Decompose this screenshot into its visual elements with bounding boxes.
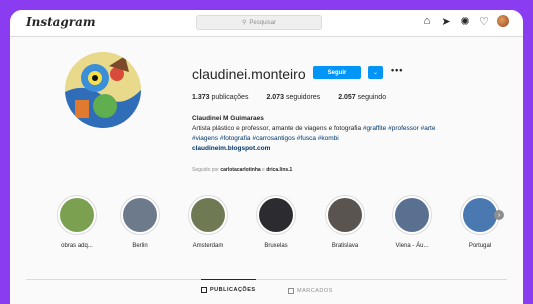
highlight-label: Viena - Áu... bbox=[395, 243, 429, 249]
direct-icon[interactable]: ➤ bbox=[440, 15, 452, 28]
instagram-logo[interactable]: Instagram bbox=[26, 15, 96, 29]
followed-by: Seguido por carlotacarlotinha e drica.li… bbox=[192, 167, 293, 173]
grid-icon bbox=[201, 287, 207, 293]
tab-tagged[interactable]: MARCADOS bbox=[288, 281, 333, 301]
highlight-ring bbox=[188, 195, 228, 235]
highlight-cover bbox=[123, 198, 157, 232]
more-options-icon[interactable]: ••• bbox=[391, 65, 403, 75]
highlight-ring bbox=[325, 195, 365, 235]
highlight-label: Portugal bbox=[468, 243, 492, 249]
following-stat[interactable]: 2.057 seguindo bbox=[338, 94, 386, 101]
highlight-label: Berlin bbox=[132, 243, 148, 249]
highlight-cover bbox=[395, 198, 429, 232]
search-icon: ⚲ bbox=[241, 20, 247, 26]
highlight-4[interactable]: Bratislava bbox=[314, 195, 376, 249]
highlight-cover bbox=[463, 198, 497, 232]
search-placeholder: Pesquisar bbox=[249, 19, 277, 26]
tagged-icon bbox=[288, 288, 294, 294]
search-input[interactable]: ⚲ Pesquisar bbox=[196, 15, 322, 30]
highlight-ring bbox=[57, 195, 97, 235]
nav-icons: ⌂ ➤ ✺ ♡ bbox=[421, 15, 509, 28]
highlight-ring bbox=[256, 195, 296, 235]
highlight-label: Bratislava bbox=[331, 243, 359, 249]
highlight-cover bbox=[60, 198, 94, 232]
posts-stat: 1.373 publicações bbox=[192, 94, 249, 101]
followed-by-user-2[interactable]: drica.lins.1 bbox=[266, 167, 292, 173]
tab-posts[interactable]: PUBLICAÇÕES bbox=[201, 279, 256, 300]
highlight-label: Amsterdam bbox=[192, 243, 224, 249]
bio-hashtags[interactable]: #graffite #professor #arte bbox=[363, 125, 436, 132]
tabs-divider bbox=[26, 279, 507, 280]
website-link[interactable]: claudineim.blogspot.com bbox=[192, 144, 512, 154]
home-icon[interactable]: ⌂ bbox=[421, 15, 433, 27]
profile-username: claudinei.monteiro bbox=[192, 66, 306, 82]
suggestions-dropdown-button[interactable]: ⌄ bbox=[368, 66, 383, 79]
highlight-cover bbox=[259, 198, 293, 232]
full-name: Claudinei M Guimaraes bbox=[192, 115, 264, 122]
followers-stat[interactable]: 2.073 seguidores bbox=[266, 94, 320, 101]
top-navigation-bar: Instagram ⚲ Pesquisar ⌂ ➤ ✺ ♡ bbox=[10, 10, 523, 37]
highlight-3[interactable]: Bruxelas bbox=[245, 195, 307, 249]
highlight-6[interactable]: Portugal bbox=[449, 195, 511, 249]
highlight-ring bbox=[120, 195, 160, 235]
bio-hashtags-2[interactable]: #viagens #fotografia #carrosantigos #fus… bbox=[192, 134, 512, 144]
highlight-2[interactable]: Amsterdam bbox=[177, 195, 239, 249]
browser-window: Instagram ⚲ Pesquisar ⌂ ➤ ✺ ♡ claudinei.… bbox=[10, 10, 523, 304]
profile-picture[interactable] bbox=[65, 52, 141, 128]
highlight-ring bbox=[392, 195, 432, 235]
explore-icon[interactable]: ✺ bbox=[459, 15, 471, 28]
profile-bio: Claudinei M Guimaraes Artista plástico e… bbox=[192, 114, 512, 154]
highlight-label: Bruxelas bbox=[264, 243, 288, 249]
highlight-0[interactable]: obras adq... bbox=[46, 195, 108, 249]
profile-avatar[interactable] bbox=[497, 15, 509, 27]
chevron-right-icon[interactable]: › bbox=[494, 210, 504, 220]
highlight-cover bbox=[328, 198, 362, 232]
highlight-cover bbox=[191, 198, 225, 232]
highlight-label: obras adq... bbox=[61, 243, 93, 249]
highlight-5[interactable]: Viena - Áu... bbox=[381, 195, 443, 249]
follow-button[interactable]: Seguir bbox=[313, 66, 361, 79]
chevron-down-icon: ⌄ bbox=[372, 70, 379, 76]
heart-icon[interactable]: ♡ bbox=[478, 15, 490, 28]
bio-line-1: Artista plástico e professor, amante de … bbox=[192, 125, 436, 132]
highlight-1[interactable]: Berlin bbox=[109, 195, 171, 249]
followed-by-user-1[interactable]: carlotacarlotinha bbox=[220, 167, 260, 173]
profile-stats: 1.373 publicações 2.073 seguidores 2.057… bbox=[192, 94, 386, 101]
profile-picture-artwork bbox=[65, 52, 141, 128]
